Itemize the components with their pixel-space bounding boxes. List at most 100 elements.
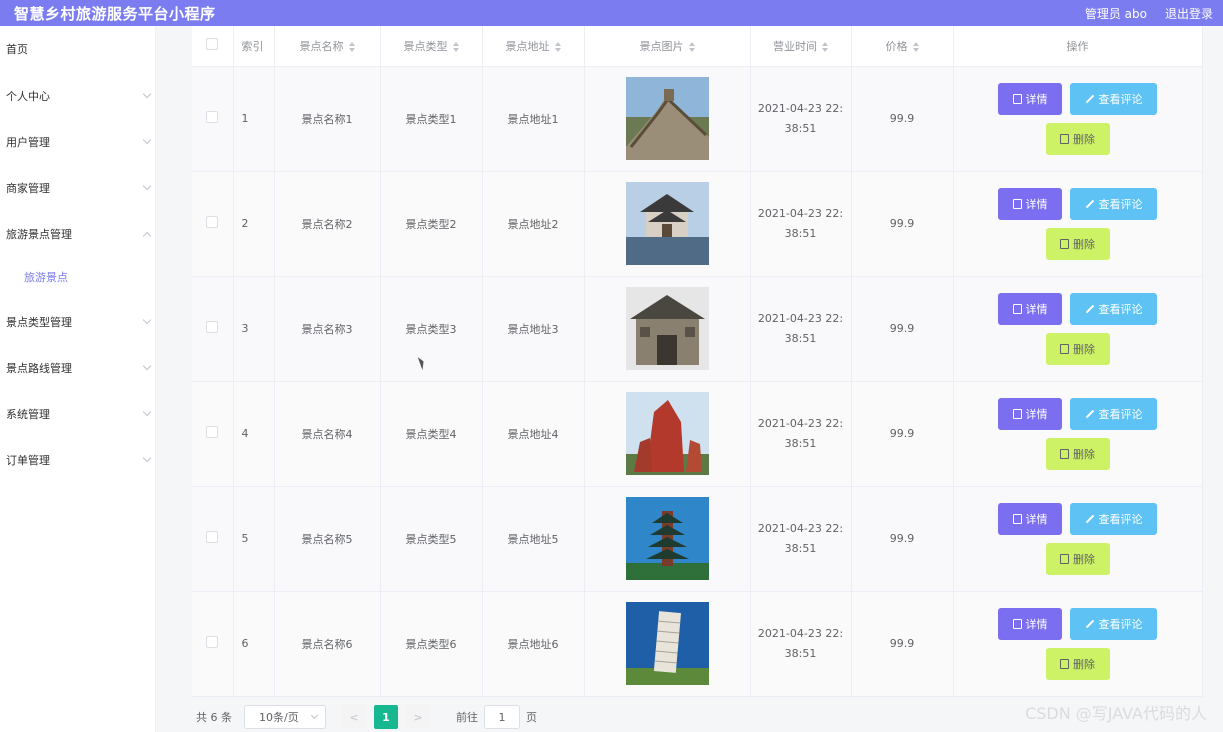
cell-price: 99.9	[851, 486, 954, 592]
document-icon	[1012, 303, 1022, 314]
pen-icon	[1085, 409, 1094, 418]
cell-time: 2021-04-23 22: 38:51	[750, 381, 852, 487]
total-count: 共 6 条	[196, 711, 232, 724]
cell-type: 景点类型5	[380, 486, 483, 592]
document-icon	[1012, 408, 1022, 419]
col-address[interactable]: 景点地址	[482, 26, 585, 67]
row-checkbox[interactable]	[192, 381, 234, 487]
sort-icon[interactable]	[554, 41, 561, 52]
detail-button[interactable]: 详情	[998, 187, 1062, 220]
delete-button[interactable]: 删除	[1045, 437, 1110, 470]
cell-actions: 详情 查看评论删除	[953, 171, 1203, 277]
cell-index: 1	[233, 66, 275, 172]
cell-actions: 详情 查看评论删除	[953, 486, 1203, 592]
view-comments-button[interactable]: 查看评论	[1070, 397, 1157, 430]
cell-name: 景点名称2	[274, 171, 381, 277]
cell-actions: 详情 查看评论删除	[953, 276, 1203, 382]
page-number-1[interactable]: 1	[374, 705, 398, 729]
cell-image	[584, 591, 751, 697]
sidebar: 首页 个人中心 用户管理 商家管理 旅游景点管理 旅游景点 景点类型管理 景点路…	[0, 26, 156, 732]
document-icon	[1012, 618, 1022, 629]
cell-type: 景点类型3	[380, 276, 483, 382]
document-icon	[1012, 198, 1022, 209]
sort-icon[interactable]	[822, 41, 828, 52]
table-row: 3 景点名称3 景点类型3 景点地址3 2021-04-23 22: 38:51 99.9 详…	[192, 276, 1203, 382]
next-page-button[interactable]: >	[406, 705, 430, 729]
goto-label: 前往	[456, 711, 478, 724]
chevron-up-icon	[142, 231, 152, 240]
cell-image	[584, 381, 751, 487]
delete-button[interactable]: 删除	[1045, 542, 1110, 575]
sidebar-item-home[interactable]: 首页	[0, 34, 156, 64]
detail-button[interactable]: 详情	[998, 502, 1062, 535]
sort-icon[interactable]	[688, 41, 695, 52]
sidebar-item-profile[interactable]: 个人中心	[0, 81, 156, 111]
red-rock-photo	[625, 392, 709, 475]
view-comments-button[interactable]: 查看评论	[1070, 502, 1157, 535]
sidebar-item-attractions[interactable]: 旅游景点管理	[0, 219, 156, 249]
table-row: 4 景点名称4 景点类型4 景点地址4 2021-04-23 22: 38:51 99.9 详…	[192, 381, 1203, 487]
sort-icon[interactable]	[912, 41, 919, 52]
delete-button[interactable]: 删除	[1045, 647, 1110, 680]
goto-page-input[interactable]: 1	[484, 705, 520, 729]
chevron-down-icon	[142, 315, 152, 325]
col-image[interactable]: 景点图片	[584, 26, 751, 67]
cell-type: 景点类型6	[380, 591, 483, 697]
cell-index: 3	[233, 276, 275, 382]
sidebar-item-orders[interactable]: 订单管理	[0, 445, 156, 475]
row-checkbox[interactable]	[192, 591, 234, 697]
col-index: 索引	[233, 26, 275, 67]
chevron-down-icon	[142, 453, 152, 463]
view-comments-button[interactable]: 查看评论	[1070, 292, 1157, 325]
row-checkbox[interactable]	[192, 486, 234, 592]
cell-address: 景点地址6	[482, 591, 585, 697]
detail-button[interactable]: 详情	[998, 82, 1062, 115]
sidebar-subitem-attractions[interactable]: 旅游景点	[0, 264, 156, 290]
sort-icon[interactable]	[348, 41, 355, 52]
sidebar-item-system[interactable]: 系统管理	[0, 399, 156, 429]
cell-index: 5	[233, 486, 275, 592]
view-comments-button[interactable]: 查看评论	[1070, 187, 1157, 220]
detail-button[interactable]: 详情	[998, 292, 1062, 325]
detail-button[interactable]: 详情	[998, 397, 1062, 430]
delete-button[interactable]: 删除	[1045, 332, 1110, 365]
cell-time: 2021-04-23 22: 38:51	[750, 486, 852, 592]
select-all-checkbox[interactable]	[192, 26, 234, 67]
cell-name: 景点名称5	[274, 486, 381, 592]
sidebar-item-types[interactable]: 景点类型管理	[0, 307, 156, 337]
chevron-down-icon	[142, 89, 152, 99]
detail-button[interactable]: 详情	[998, 607, 1062, 640]
trash-icon	[1060, 133, 1069, 144]
logout-link[interactable]: 退出登录	[1165, 5, 1213, 22]
col-type[interactable]: 景点类型	[380, 26, 483, 67]
chevron-down-icon	[142, 407, 152, 417]
page-size-select[interactable]: 10条/页	[244, 705, 326, 729]
sidebar-item-routes[interactable]: 景点路线管理	[0, 353, 156, 383]
cell-name: 景点名称1	[274, 66, 381, 172]
view-comments-button[interactable]: 查看评论	[1070, 607, 1157, 640]
sidebar-item-merchants[interactable]: 商家管理	[0, 173, 156, 203]
row-checkbox[interactable]	[192, 66, 234, 172]
delete-button[interactable]: 删除	[1045, 122, 1110, 155]
prev-page-button[interactable]: <	[342, 705, 366, 729]
great-wall-photo	[625, 77, 709, 160]
trash-icon	[1060, 238, 1069, 249]
pagoda-photo	[625, 497, 709, 580]
cell-price: 99.9	[851, 591, 954, 697]
col-time[interactable]: 营业时间	[750, 26, 852, 67]
document-icon	[1012, 93, 1022, 104]
cell-address: 景点地址4	[482, 381, 585, 487]
row-checkbox[interactable]	[192, 276, 234, 382]
cell-address: 景点地址3	[482, 276, 585, 382]
delete-button[interactable]: 删除	[1045, 227, 1110, 260]
row-checkbox[interactable]	[192, 171, 234, 277]
view-comments-button[interactable]: 查看评论	[1070, 82, 1157, 115]
sidebar-item-users[interactable]: 用户管理	[0, 127, 156, 157]
cell-name: 景点名称4	[274, 381, 381, 487]
chevron-down-icon	[142, 361, 152, 371]
cell-actions: 详情 查看评论删除	[953, 66, 1203, 172]
trash-icon	[1060, 658, 1069, 669]
sort-icon[interactable]	[452, 41, 459, 52]
col-price[interactable]: 价格	[851, 26, 954, 67]
col-name[interactable]: 景点名称	[274, 26, 381, 67]
